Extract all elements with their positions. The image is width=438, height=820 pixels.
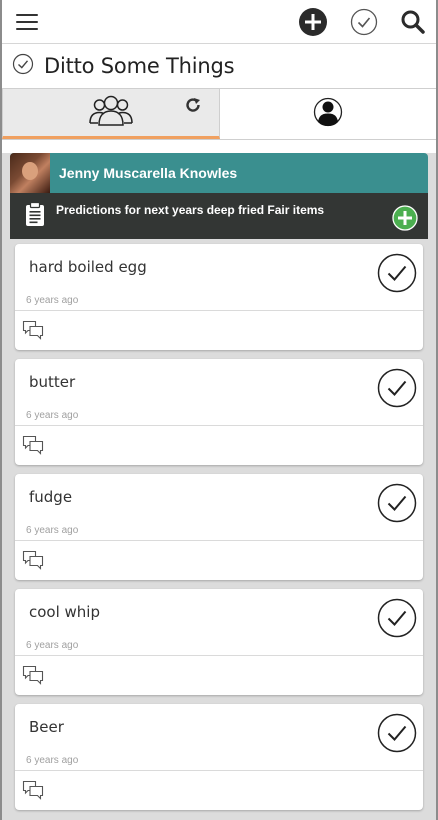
user-bar[interactable]: Jenny Muscarella Knowles — [10, 153, 428, 193]
view-tabs — [2, 88, 436, 140]
item-name: hard boiled egg — [29, 258, 147, 276]
comments-icon[interactable] — [22, 550, 44, 570]
item-body: butter 6 years ago — [15, 359, 423, 426]
check-circle-icon[interactable] — [377, 713, 417, 758]
item-footer — [15, 656, 423, 694]
item-footer — [15, 426, 423, 464]
refresh-icon[interactable] — [183, 95, 203, 120]
item-timestamp: 6 years ago — [26, 525, 79, 536]
check-circle-icon[interactable] — [377, 483, 417, 528]
spacer — [2, 140, 436, 153]
tab-personal[interactable] — [220, 89, 436, 139]
item-body: Beer 6 years ago — [15, 704, 423, 771]
comments-icon[interactable] — [22, 320, 44, 340]
item-name: Beer — [29, 718, 64, 736]
clipboard-icon — [24, 201, 46, 232]
comments-icon[interactable] — [22, 665, 44, 685]
avatar[interactable] — [10, 153, 50, 193]
page-title: Ditto Some Things — [44, 54, 235, 78]
list-item[interactable]: Beer 6 years ago — [15, 704, 423, 810]
list-item[interactable]: hard boiled egg 6 years ago — [15, 244, 423, 350]
comments-icon[interactable] — [22, 780, 44, 800]
check-circle-icon[interactable] — [377, 253, 417, 298]
item-timestamp: 6 years ago — [26, 295, 79, 306]
top-bar — [2, 0, 436, 44]
check-circle-icon — [12, 53, 34, 80]
list-header: Predictions for next years deep fried Fa… — [10, 193, 428, 239]
item-name: butter — [29, 373, 76, 391]
item-list: hard boiled egg 6 years ago butter 6 yea… — [10, 239, 428, 810]
top-actions — [298, 7, 426, 37]
list-title: Predictions for next years deep fried Fa… — [56, 203, 325, 217]
item-footer — [15, 541, 423, 579]
list-item[interactable]: fudge 6 years ago — [15, 474, 423, 580]
hamburger-icon[interactable] — [16, 13, 38, 30]
item-name: cool whip — [29, 603, 101, 621]
tab-group[interactable] — [2, 89, 220, 139]
item-name: fudge — [29, 488, 73, 506]
item-timestamp: 6 years ago — [26, 640, 79, 651]
app-window: Ditto Some Things Jenny Muscarella Knowl… — [0, 0, 438, 820]
item-body: hard boiled egg 6 years ago — [15, 244, 423, 311]
list-item[interactable]: butter 6 years ago — [15, 359, 423, 465]
item-footer — [15, 311, 423, 349]
item-body: cool whip 6 years ago — [15, 589, 423, 656]
check-circle-icon[interactable] — [377, 368, 417, 413]
list-item[interactable]: cool whip 6 years ago — [15, 589, 423, 695]
comments-icon[interactable] — [22, 435, 44, 455]
item-timestamp: 6 years ago — [26, 755, 79, 766]
page-title-row: Ditto Some Things — [2, 44, 436, 88]
list-content: Jenny Muscarella Knowles Predictions for… — [2, 153, 436, 820]
user-name: Jenny Muscarella Knowles — [59, 165, 238, 181]
search-icon[interactable] — [400, 9, 426, 35]
plus-circle-green-icon[interactable] — [392, 205, 418, 236]
plus-circle-icon[interactable] — [298, 7, 328, 37]
item-timestamp: 6 years ago — [26, 410, 79, 421]
person-icon — [313, 95, 343, 134]
people-icon — [89, 93, 133, 132]
item-body: fudge 6 years ago — [15, 474, 423, 541]
check-circle-icon[interactable] — [377, 598, 417, 643]
item-footer — [15, 771, 423, 809]
check-circle-icon[interactable] — [350, 8, 378, 36]
